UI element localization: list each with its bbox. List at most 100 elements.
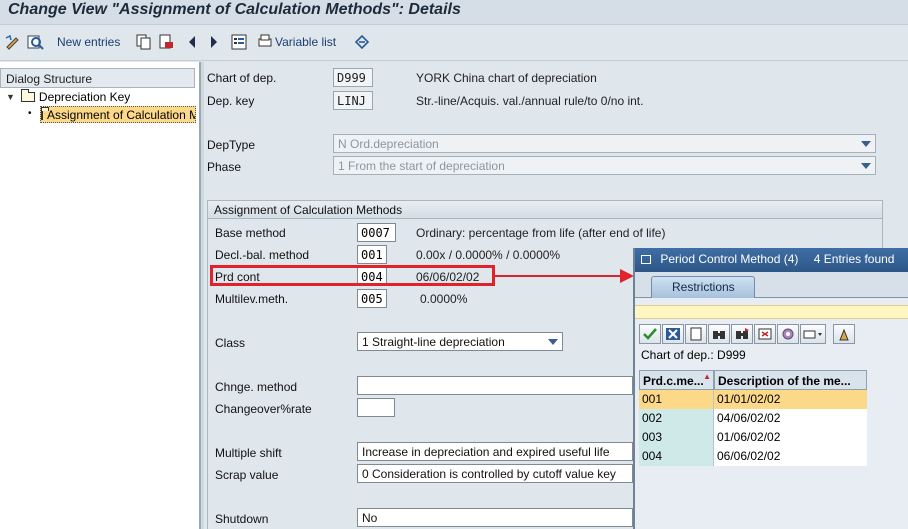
row-description: 04/06/02/02 xyxy=(714,409,867,428)
row-code: 002 xyxy=(639,409,714,428)
dropdown-arrow-icon xyxy=(548,339,558,345)
open-folder-icon xyxy=(41,107,49,120)
row-code: 004 xyxy=(639,447,714,466)
dep-type-dropdown: N Ord.depreciation xyxy=(333,134,876,153)
tree-item-depreciation-key[interactable]: ▼ Depreciation Key xyxy=(6,88,130,105)
select-all-icon[interactable] xyxy=(230,32,248,52)
column-header-code[interactable]: Prd.c.me... ▲ xyxy=(639,370,714,390)
multiple-shift-dropdown[interactable]: Increase in depreciation and expired use… xyxy=(357,442,633,461)
settings-icon[interactable] xyxy=(777,324,799,344)
table-row[interactable]: 001 01/01/02/02 xyxy=(639,390,867,409)
calc-methods-group-title: Assignment of Calculation Methods xyxy=(207,200,883,219)
other-object-icon[interactable] xyxy=(26,32,44,52)
base-method-label: Base method xyxy=(215,226,286,240)
confirm-icon[interactable] xyxy=(639,324,661,344)
class-dropdown[interactable]: 1 Straight-line depreciation xyxy=(357,332,563,351)
find-icon[interactable] xyxy=(708,324,730,344)
changeover-rate-label: Changeover%rate xyxy=(215,402,312,416)
multilev-method-field[interactable]: 005 xyxy=(357,289,387,308)
previous-entry-icon[interactable] xyxy=(185,32,199,52)
annotation-arrow xyxy=(494,269,634,283)
popup-message-bar xyxy=(635,305,908,319)
popup-title-bar: Period Control Method (4) 4 Entries foun… xyxy=(635,248,908,272)
popup-tabstrip: Restrictions xyxy=(635,272,908,298)
base-method-field[interactable]: 0007 xyxy=(357,223,396,242)
decl-bal-method-label: Decl.-bal. method xyxy=(215,248,310,262)
row-code: 003 xyxy=(639,428,714,447)
shutdown-value: No xyxy=(362,511,378,525)
delete-icon[interactable] xyxy=(157,32,175,52)
phase-label: Phase xyxy=(207,160,242,174)
sort-ascending-icon: ▲ xyxy=(703,372,711,381)
popup-window-icon xyxy=(641,255,651,264)
new-entries-button[interactable]: New entries xyxy=(57,32,120,52)
tab-restrictions[interactable]: Restrictions xyxy=(651,276,755,298)
multilev-method-description: 0.0000% xyxy=(420,292,468,306)
tree-item-assignment-calc-methods[interactable]: Assignment of Calculation Methods xyxy=(40,106,196,123)
popup-entries-count: 4 Entries found xyxy=(813,252,895,266)
personal-list-icon[interactable] xyxy=(833,324,855,344)
shutdown-dropdown[interactable]: No xyxy=(357,508,633,527)
scrap-value-value: 0 Consideration is controlled by cutoff … xyxy=(362,467,616,481)
multiple-shift-value: Increase in depreciation and expired use… xyxy=(362,445,610,459)
chart-of-dep-label: Chart of dep. xyxy=(207,71,277,85)
new-list-icon[interactable] xyxy=(685,324,707,344)
multiple-shift-label: Multiple shift xyxy=(215,446,282,460)
folder-icon xyxy=(20,88,35,102)
transport-icon[interactable] xyxy=(353,32,371,52)
dep-key-label: Dep. key xyxy=(207,94,255,108)
period-control-method-popup: Period Control Method (4) 4 Entries foun… xyxy=(633,248,908,529)
class-label: Class xyxy=(215,336,246,350)
table-row[interactable]: 003 01/06/02/02 xyxy=(639,428,867,447)
tree-item-label: Depreciation Key xyxy=(38,89,131,104)
table-row[interactable]: 004 06/06/02/02 xyxy=(639,447,867,466)
find-next-icon[interactable] xyxy=(731,324,753,344)
dialog-structure-header: Dialog Structure xyxy=(0,68,195,88)
multilev-method-label: Multilev.meth. xyxy=(215,292,289,306)
tree-bullet: • xyxy=(28,108,32,119)
decl-bal-method-field[interactable]: 001 xyxy=(357,245,387,264)
variable-list-button[interactable]: Variable list xyxy=(257,32,336,52)
dep-key-description: Str.-line/Acquis. val./annual rule/to 0/… xyxy=(416,94,644,108)
print-icon xyxy=(258,34,272,47)
title-bar: Change View "Assignment of Calculation M… xyxy=(0,0,908,25)
expand-toggle-icon[interactable]: ▼ xyxy=(6,92,15,102)
display-change-icon[interactable] xyxy=(4,32,22,52)
prd-cont-highlight-box xyxy=(210,265,495,286)
chnge-method-field[interactable] xyxy=(357,376,633,395)
phase-value: 1 From the start of depreciation xyxy=(338,159,505,173)
tree-item-label: Assignment of Calculation Methods xyxy=(47,107,195,122)
application-toolbar: New entries Variable list xyxy=(0,25,908,61)
window-title: Change View "Assignment of Calculation M… xyxy=(8,1,461,18)
scrap-value-dropdown[interactable]: 0 Consideration is controlled by cutoff … xyxy=(357,464,633,483)
dep-key-field: LINJ xyxy=(333,91,373,110)
phase-dropdown: 1 From the start of depreciation xyxy=(333,156,876,175)
sort-icon[interactable] xyxy=(754,324,776,344)
shutdown-label: Shutdown xyxy=(215,512,269,526)
decl-bal-method-description: 0.00x / 0.0000% / 0.0000% xyxy=(416,248,561,262)
scrap-value-label: Scrap value xyxy=(215,468,279,482)
next-entry-icon[interactable] xyxy=(207,32,221,52)
copy-as-icon[interactable] xyxy=(135,32,153,52)
dep-type-label: DepType xyxy=(207,138,256,152)
class-value: 1 Straight-line depreciation xyxy=(362,335,505,349)
chnge-method-label: Chnge. method xyxy=(215,380,298,394)
base-method-description: Ordinary: percentage from life (after en… xyxy=(416,226,666,240)
dep-type-value: N Ord.depreciation xyxy=(338,137,439,151)
row-description: 01/01/02/02 xyxy=(714,390,867,409)
column-header-description[interactable]: Description of the me... xyxy=(714,370,867,390)
print-dropdown-icon[interactable] xyxy=(800,324,826,344)
row-description: 01/06/02/02 xyxy=(714,428,867,447)
dropdown-arrow-icon xyxy=(861,163,871,169)
chart-of-dep-description: YORK China chart of depreciation xyxy=(416,71,597,85)
table-row[interactable]: 002 04/06/02/02 xyxy=(639,409,867,428)
changeover-rate-field[interactable] xyxy=(357,398,395,417)
dialog-structure-panel: Dialog Structure ▼ Depreciation Key • As… xyxy=(0,62,200,529)
popup-title: Period Control Method (4) xyxy=(660,252,799,266)
row-code: 001 xyxy=(639,390,714,409)
popup-chart-info: Chart of dep.: D999 xyxy=(641,348,746,362)
chart-of-dep-field: D999 xyxy=(333,68,373,87)
cancel-icon[interactable] xyxy=(662,324,684,344)
row-description: 06/06/02/02 xyxy=(714,447,867,466)
dropdown-arrow-icon xyxy=(861,141,871,147)
